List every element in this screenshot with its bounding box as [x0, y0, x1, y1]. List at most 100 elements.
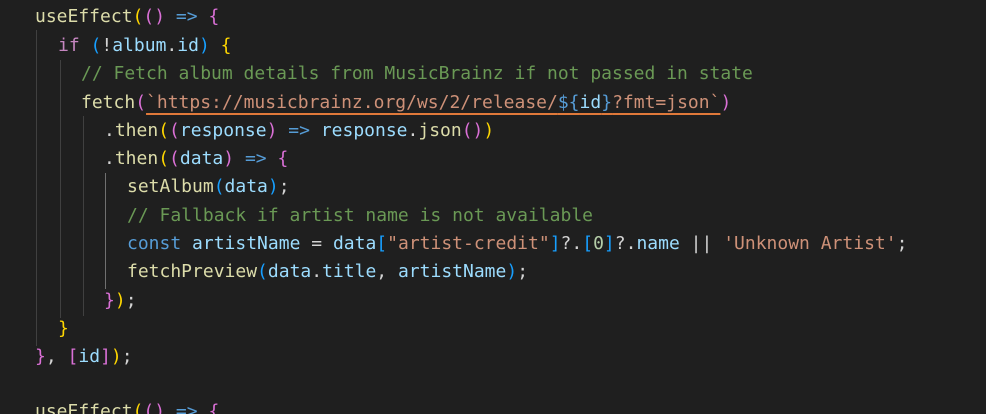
token: data [267, 261, 312, 282]
token: || [690, 233, 713, 254]
token: id [177, 35, 199, 56]
token: . [104, 120, 115, 141]
diagnostic-underline: `https://musicbrainz.org/ws/2/release/${… [146, 92, 720, 113]
token: response [320, 120, 408, 141]
token: => [175, 401, 198, 414]
token: ( [158, 148, 170, 169]
token: ) [198, 35, 210, 56]
token: ( [169, 148, 180, 169]
token: setAlbum [127, 176, 214, 197]
code-line-8[interactable]: // Fallback if artist name is not availa… [127, 202, 593, 230]
token: id [78, 346, 101, 367]
token: . [311, 261, 323, 282]
indent-guide [60, 60, 61, 318]
token: ; [121, 346, 133, 367]
token: ; [278, 176, 290, 197]
token: ] [100, 346, 111, 367]
token: ( [169, 120, 180, 141]
token: . [407, 120, 419, 141]
token: , [45, 346, 57, 367]
indent-guide [105, 173, 106, 289]
token: ( [135, 92, 147, 113]
token: id [579, 92, 602, 113]
code-line-12[interactable]: } [58, 315, 69, 343]
token: ) [110, 346, 122, 367]
token: artistName [192, 233, 301, 254]
token: data [179, 148, 224, 169]
code-editor[interactable]: useEffect(() => { if (!album.id) { // Fe… [0, 0, 986, 414]
code-line-13[interactable]: }, [id]); [35, 343, 133, 371]
token: 0 [593, 233, 604, 254]
comment: // Fetch album details from MusicBrainz … [81, 63, 753, 84]
token: "artist-credit" [387, 233, 550, 254]
token: ; [517, 261, 529, 282]
token: artistName [397, 261, 507, 282]
token: ( [90, 35, 102, 56]
token: => [288, 120, 310, 141]
token: album [112, 35, 167, 56]
code-line-7[interactable]: setAlbum(data); [127, 173, 290, 201]
token: () [143, 401, 166, 414]
token: ( [257, 261, 268, 282]
indent-guide [36, 30, 37, 346]
token: ; [125, 290, 137, 311]
token: ) [506, 261, 518, 282]
token: title [322, 261, 377, 282]
token: fetch [81, 92, 136, 113]
token: . [104, 148, 115, 169]
token: () [143, 6, 166, 27]
token: = [311, 233, 323, 254]
token: `https://musicbrainz.org/ws/2/release/ [146, 92, 558, 113]
token: { [220, 35, 232, 56]
token: ?. [614, 233, 637, 254]
token: ) [720, 92, 732, 113]
token: => [244, 148, 267, 169]
token: } [58, 318, 69, 339]
token: ; [896, 233, 908, 254]
indent-guide [83, 116, 84, 316]
token: } [601, 92, 613, 113]
token: data [332, 233, 377, 254]
code-line-3[interactable]: // Fetch album details from MusicBrainz … [81, 60, 753, 88]
token: } [104, 290, 115, 311]
code-line-4[interactable]: fetch(`https://musicbrainz.org/ws/2/rele… [81, 89, 731, 117]
token: ?fmt=json` [612, 92, 721, 113]
code-line-2[interactable]: if (!album.id) { [58, 32, 231, 60]
code-line-9[interactable]: const artistName = data["artist-credit"]… [127, 230, 907, 258]
token: () [461, 120, 484, 141]
token: [ [376, 233, 388, 254]
token: ) [483, 120, 495, 141]
code-line-14[interactable]: useEffect(() => { [35, 398, 219, 414]
token: [ [582, 233, 594, 254]
token: ( [132, 401, 144, 414]
comment: // Fallback if artist name is not availa… [127, 205, 593, 226]
token: ( [158, 120, 170, 141]
token: ?. [560, 233, 583, 254]
token: ] [603, 233, 615, 254]
token: => [175, 6, 198, 27]
code-line-10[interactable]: fetchPreview(data.title, artistName); [127, 258, 528, 286]
token: ${ [557, 92, 580, 113]
token: json [418, 120, 462, 141]
token: { [208, 401, 220, 414]
token: useEffect [35, 6, 133, 27]
token: then [114, 148, 159, 169]
token: ) [267, 176, 279, 197]
token: if [58, 35, 80, 56]
token: . [166, 35, 178, 56]
token: useEffect [35, 401, 133, 414]
token: , [376, 261, 388, 282]
code-line-5[interactable]: .then((response) => response.json()) [104, 117, 494, 145]
token: ) [223, 148, 235, 169]
token: const [127, 233, 182, 254]
token: [ [67, 346, 79, 367]
code-line-1[interactable]: useEffect(() => { [35, 3, 219, 31]
token: response [179, 120, 267, 141]
token: { [277, 148, 289, 169]
token: data [224, 176, 268, 197]
code-line-11[interactable]: }); [104, 287, 137, 315]
code-line-6[interactable]: .then((data) => { [104, 145, 288, 173]
token: ( [132, 6, 144, 27]
token: ) [114, 290, 126, 311]
token: ( [213, 176, 225, 197]
